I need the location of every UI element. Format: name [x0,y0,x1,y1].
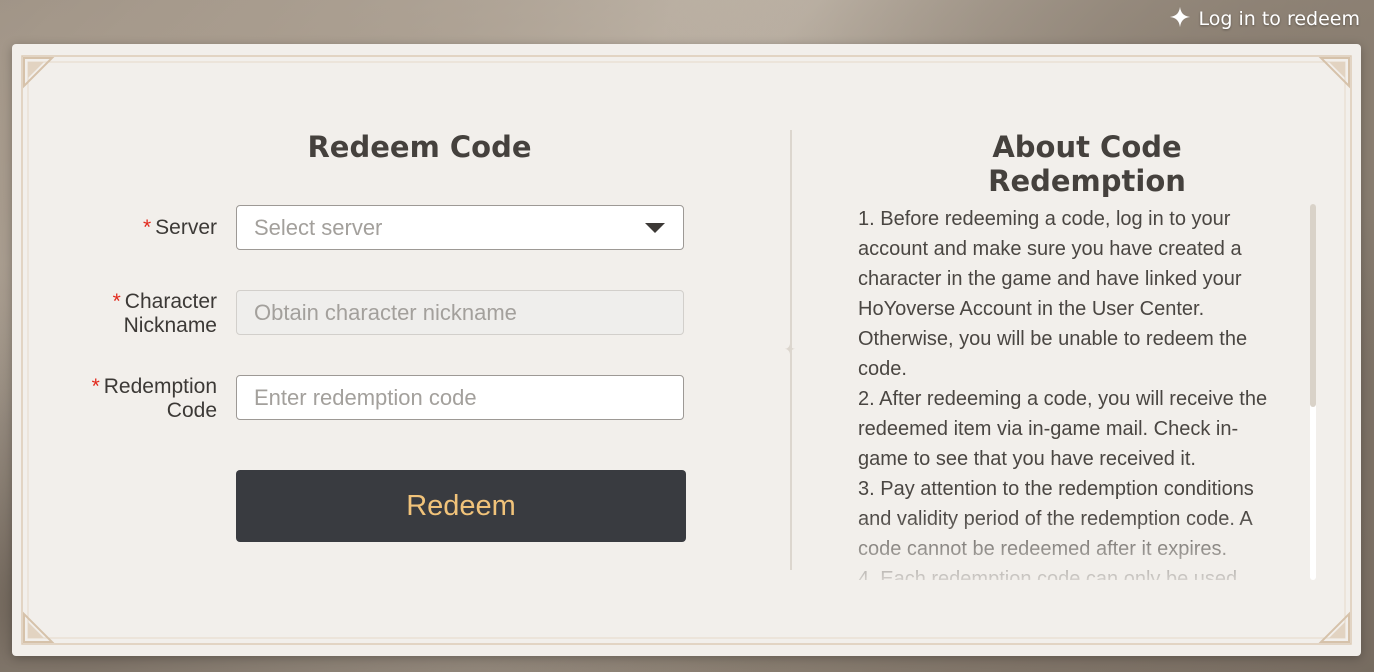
redeem-card: Redeem Code * Server Select server * Chara… [12,44,1361,656]
server-label: * Server [142,216,217,239]
redemption-code-input[interactable]: Enter redemption code [236,375,684,420]
required-mark: * [142,216,152,239]
login-label: Log in to redeem [1198,8,1360,30]
required-mark: * [112,290,121,313]
divider-ornament: ✦ [784,342,796,358]
redeem-button[interactable]: Redeem [236,470,686,542]
info-item: 4. Each redemption code can only be used [858,568,1238,580]
redemption-code-placeholder: Enter redemption code [254,384,477,410]
info-title: About Code Redemption [988,130,1186,198]
sparkle-icon [1169,6,1191,33]
info-scrollbar[interactable] [1310,204,1316,580]
server-placeholder: Select server [254,214,383,240]
info-text-panel: 1. Before redeeming a code, log in to yo… [858,204,1273,580]
info-item: 1. Before redeeming a code, log in to yo… [858,208,1248,380]
chevron-down-icon [645,223,665,233]
info-item: 2. After redeeming a code, you will rece… [858,388,1268,470]
nickname-placeholder: Obtain character nickname [254,299,517,325]
info-item: 3. Pay attention to the redemption condi… [858,478,1254,560]
login-to-redeem-link[interactable]: Log in to redeem [1169,6,1360,32]
redemption-code-label: * Redemption Code [91,375,217,422]
form-title: Redeem Code [307,130,532,164]
nickname-label: * Character Nickname [112,290,217,337]
server-select[interactable]: Select server [236,205,684,250]
scrollbar-thumb[interactable] [1310,204,1316,407]
nickname-field: Obtain character nickname [236,290,684,335]
required-mark: * [91,375,100,398]
